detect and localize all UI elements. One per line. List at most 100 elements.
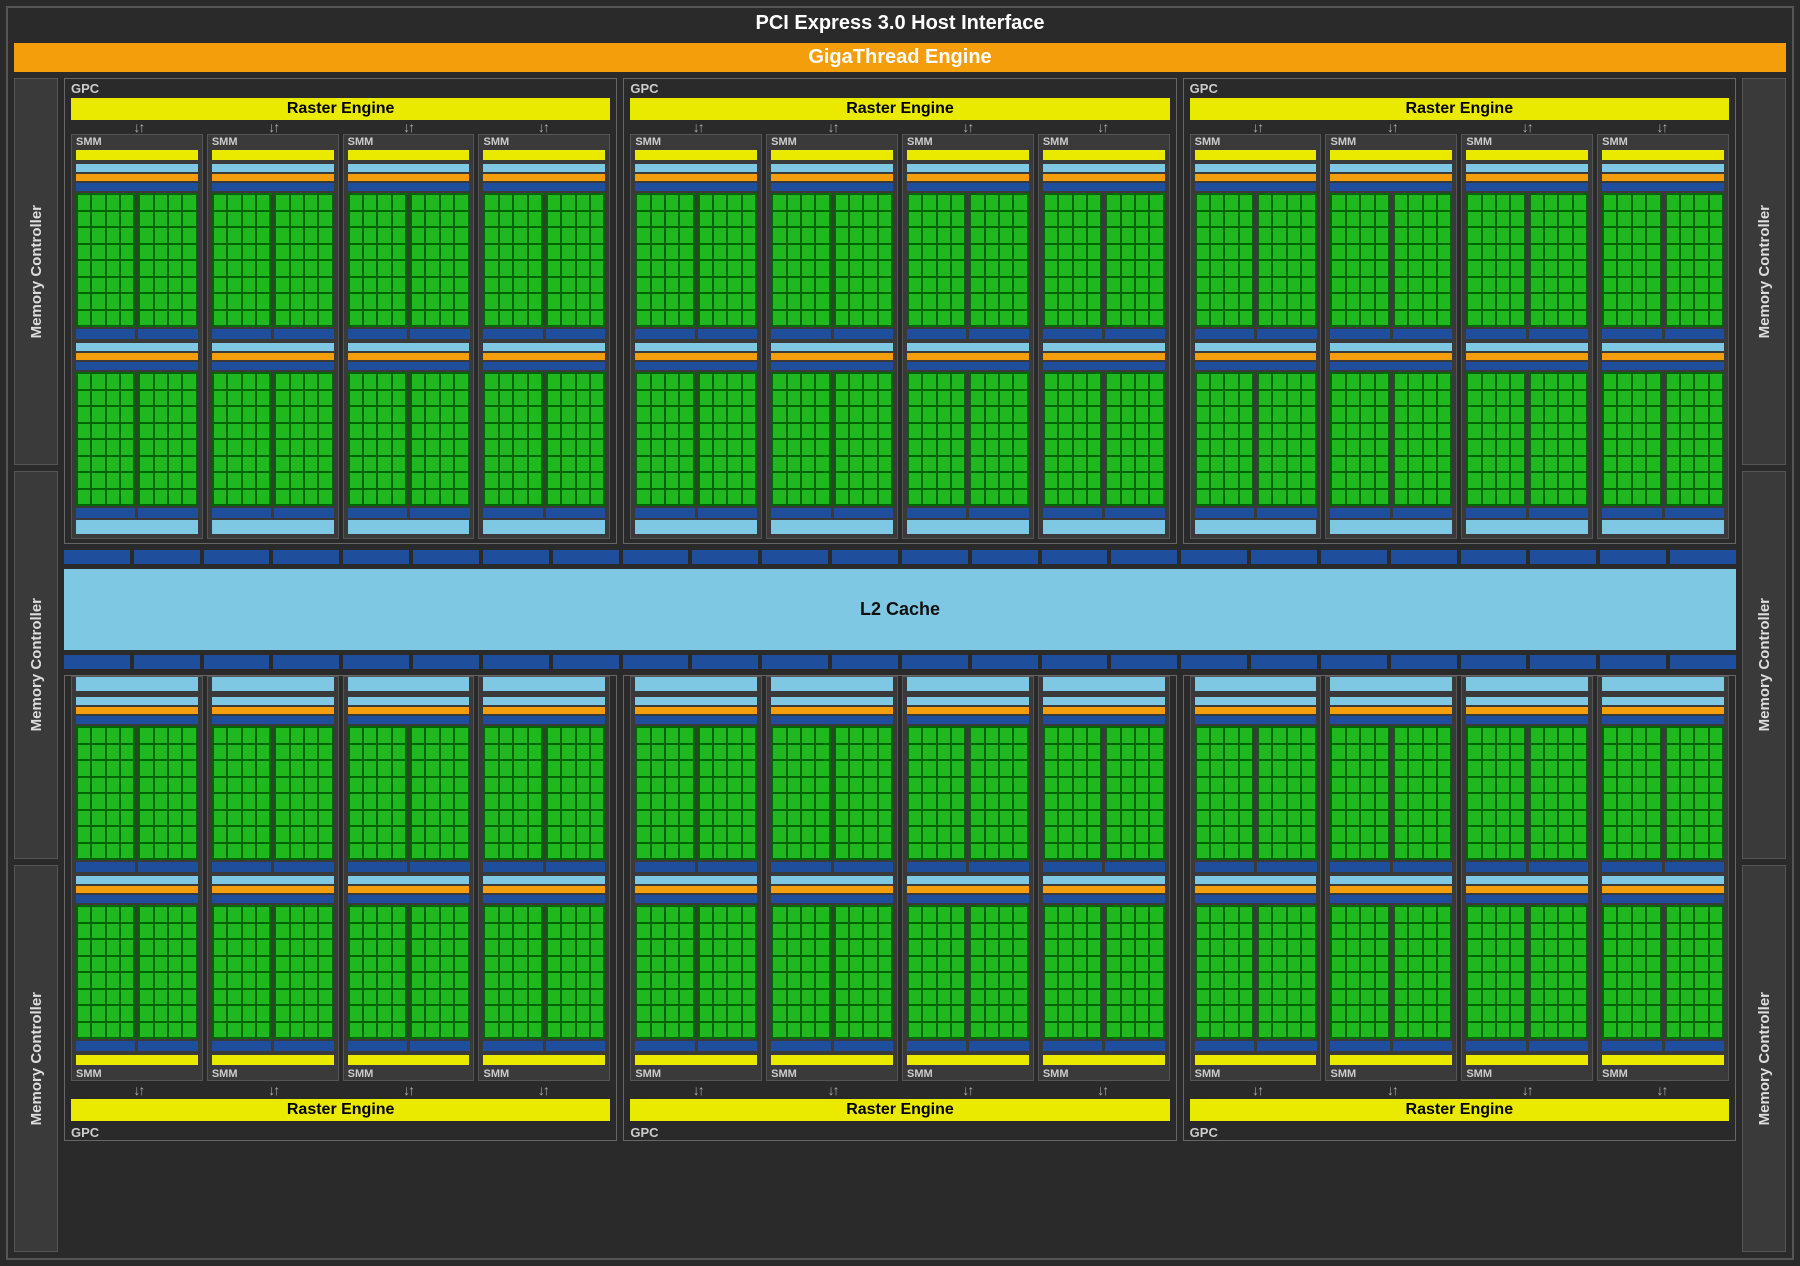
cuda-core — [1376, 278, 1388, 293]
register-file — [138, 508, 197, 518]
cuda-core — [412, 811, 424, 826]
polymorph-engine — [1466, 1055, 1588, 1065]
cuda-core — [1604, 940, 1616, 955]
cuda-core — [1225, 778, 1237, 793]
cuda-core — [1667, 391, 1679, 406]
cuda-core — [1240, 973, 1252, 988]
center-area: GPCRaster Engine↓↑↓↑↓↑↓↑SMMSMMSMMSMMGPCR… — [64, 78, 1736, 1252]
cuda-core — [214, 844, 226, 859]
cuda-core — [1545, 745, 1557, 760]
cuda-core-block — [348, 193, 407, 327]
cuda-core — [1511, 827, 1523, 842]
cuda-core — [1273, 278, 1285, 293]
instruction-cache — [76, 343, 198, 351]
scheduler — [1195, 183, 1317, 191]
cuda-core — [1633, 374, 1645, 389]
cuda-core — [986, 440, 998, 455]
cuda-core — [577, 440, 589, 455]
cuda-core — [923, 844, 935, 859]
cuda-core — [1302, 778, 1314, 793]
cuda-core — [637, 794, 649, 809]
cuda-core — [788, 990, 800, 1005]
cuda-core-block — [1105, 193, 1164, 327]
cuda-core — [1332, 761, 1344, 776]
cuda-core — [700, 745, 712, 760]
cuda-core — [500, 473, 512, 488]
smm-half — [1191, 341, 1321, 520]
cuda-core — [1545, 940, 1557, 955]
cuda-core — [1361, 811, 1373, 826]
cuda-core — [228, 391, 240, 406]
cuda-core — [637, 844, 649, 859]
core-pair — [1466, 905, 1588, 1039]
cuda-core — [1633, 228, 1645, 243]
cuda-core — [548, 924, 560, 939]
cuda-core — [1240, 473, 1252, 488]
cuda-core — [1045, 811, 1057, 826]
cuda-core — [879, 778, 891, 793]
cuda-core — [1559, 391, 1571, 406]
cuda-core — [1395, 473, 1407, 488]
cuda-core — [1240, 728, 1252, 743]
cuda-core — [591, 907, 603, 922]
cuda-core — [1240, 294, 1252, 309]
register-file-pair — [1043, 1041, 1165, 1051]
cuda-core — [714, 811, 726, 826]
core-pair — [635, 726, 757, 860]
cuda-core — [1361, 907, 1373, 922]
cuda-core — [1088, 907, 1100, 922]
cuda-core — [500, 728, 512, 743]
cuda-core — [1361, 761, 1373, 776]
cuda-core — [938, 440, 950, 455]
cuda-core — [140, 745, 152, 760]
cuda-core — [1045, 490, 1057, 505]
cuda-core — [562, 407, 574, 422]
cuda-core — [548, 391, 560, 406]
cuda-core — [1288, 827, 1300, 842]
cuda-core — [802, 473, 814, 488]
cuda-core — [1288, 457, 1300, 472]
cuda-core-block — [138, 193, 197, 327]
cuda-core — [652, 794, 664, 809]
cuda-core — [140, 261, 152, 276]
cuda-core — [1376, 794, 1388, 809]
cuda-core — [183, 228, 195, 243]
cuda-core — [836, 924, 848, 939]
cuda-core — [836, 195, 848, 210]
cuda-core — [1059, 1006, 1071, 1021]
cuda-core — [350, 778, 362, 793]
cuda-core — [305, 728, 317, 743]
cuda-core — [305, 745, 317, 760]
cuda-core — [938, 195, 950, 210]
cuda-core — [773, 761, 785, 776]
cuda-core — [1695, 844, 1707, 859]
cuda-core — [1424, 907, 1436, 922]
cuda-core — [183, 278, 195, 293]
cuda-core — [802, 440, 814, 455]
cuda-core-block — [771, 905, 830, 1039]
cuda-core — [986, 261, 998, 276]
cuda-core — [1710, 473, 1722, 488]
cuda-core — [1045, 311, 1057, 326]
cuda-core — [276, 311, 288, 326]
cuda-core — [243, 794, 255, 809]
cuda-core — [1288, 212, 1300, 227]
smm-label: SMM — [344, 1067, 474, 1080]
cuda-core — [228, 794, 240, 809]
cuda-core — [140, 844, 152, 859]
cuda-core — [1361, 973, 1373, 988]
cuda-core — [1122, 278, 1134, 293]
cuda-core — [1045, 294, 1057, 309]
cuda-core — [680, 212, 692, 227]
cuda-core — [1559, 212, 1571, 227]
cuda-core — [1633, 424, 1645, 439]
cuda-core — [1107, 440, 1119, 455]
cuda-core — [850, 990, 862, 1005]
cuda-core — [1107, 261, 1119, 276]
smm-label: SMM — [767, 135, 897, 148]
cuda-core — [1150, 374, 1162, 389]
cuda-core — [952, 827, 964, 842]
smm-half — [903, 162, 1033, 341]
cuda-core — [1107, 245, 1119, 260]
cuda-core-block — [771, 372, 830, 506]
